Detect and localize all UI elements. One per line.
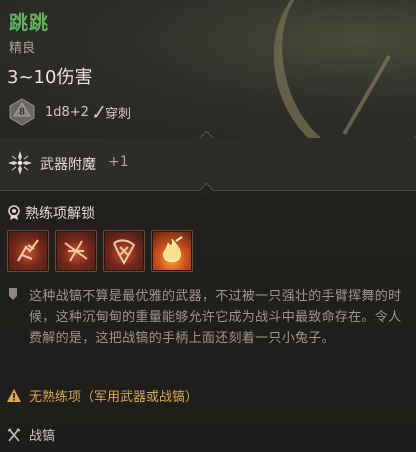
tooltip-header: 跳跳 精良 3~10伤害 8 1d8+2 穿刺 — [0, 0, 416, 188]
skill-cleave-icon[interactable] — [103, 230, 145, 272]
proficiency-icon — [8, 205, 20, 220]
enchant-value: +1 — [108, 154, 129, 170]
weapon-type: 战镐 — [29, 429, 56, 444]
item-damage: 3~10伤害 — [7, 67, 93, 88]
item-name: 跳跳 — [9, 12, 50, 34]
item-tooltip: 跳跳 精良 3~10伤害 8 1d8+2 穿刺 武器附魔 +1 熟练项解锁 这种… — [0, 0, 416, 452]
weapon-type-icon — [7, 428, 21, 442]
d8-dice-icon: 8 — [8, 98, 36, 126]
proficiency-skill-list — [7, 230, 193, 272]
proficiency-warning: 无熟练项（军用武器或战镐） — [29, 390, 199, 405]
description-icon — [9, 288, 17, 300]
proficiency-title: 熟练项解锁 — [25, 206, 95, 222]
item-description: 这种战镐不算是最优雅的武器，不过被一只强壮的手臂挥舞的时候，这种沉甸甸的重量能够… — [29, 289, 402, 346]
skill-strike-icon[interactable] — [55, 230, 97, 272]
skill-fire-icon[interactable] — [151, 230, 193, 272]
enchant-icon — [8, 151, 32, 175]
dice-row: 8 1d8+2 穿刺 — [8, 97, 131, 127]
dice-face-label: 8 — [19, 108, 25, 118]
skill-slash-icon[interactable] — [7, 230, 49, 272]
damage-type: 穿刺 — [104, 106, 131, 122]
enchant-label: 武器附魔 — [40, 157, 96, 173]
dice-formula: 1d8+2 — [45, 104, 89, 120]
pierce-icon — [93, 105, 104, 118]
warning-icon — [7, 389, 21, 402]
item-rarity: 精良 — [9, 41, 36, 56]
